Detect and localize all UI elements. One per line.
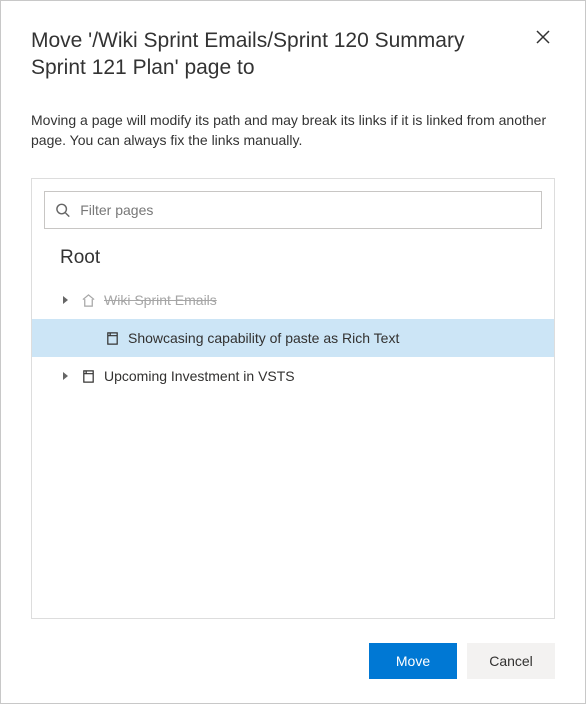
page-icon bbox=[80, 368, 96, 384]
cancel-button[interactable]: Cancel bbox=[467, 643, 555, 679]
chevron-right-icon bbox=[60, 295, 72, 305]
dialog-title: Move '/Wiki Sprint Emails/Sprint 120 Sum… bbox=[31, 27, 519, 82]
page-tree-panel: Root Wiki Sprint Emails Showcasing capabi… bbox=[31, 178, 555, 619]
tree-row-label: Wiki Sprint Emails bbox=[104, 292, 217, 308]
tree-row-label: Upcoming Investment in VSTS bbox=[104, 368, 295, 384]
filter-input-box[interactable] bbox=[44, 191, 542, 229]
search-icon bbox=[55, 202, 70, 218]
close-icon bbox=[536, 30, 550, 44]
filter-wrap bbox=[44, 191, 542, 229]
dialog-description: Moving a page will modify its path and m… bbox=[31, 110, 555, 151]
page-tree-list: Wiki Sprint Emails Showcasing capability … bbox=[32, 281, 554, 395]
dialog-footer: Move Cancel bbox=[31, 643, 555, 679]
page-icon bbox=[104, 330, 120, 346]
filter-pages-input[interactable] bbox=[78, 201, 531, 219]
move-button[interactable]: Move bbox=[369, 643, 457, 679]
tree-root-label: Root bbox=[32, 229, 554, 281]
chevron-right-icon[interactable] bbox=[60, 371, 72, 381]
tree-row[interactable]: Showcasing capability of paste as Rich T… bbox=[32, 319, 554, 357]
tree-row: Wiki Sprint Emails bbox=[32, 281, 554, 319]
dialog-header: Move '/Wiki Sprint Emails/Sprint 120 Sum… bbox=[31, 27, 555, 82]
close-button[interactable] bbox=[531, 25, 555, 49]
home-icon bbox=[80, 292, 96, 308]
move-page-dialog: Move '/Wiki Sprint Emails/Sprint 120 Sum… bbox=[0, 0, 586, 704]
tree-row[interactable]: Upcoming Investment in VSTS bbox=[32, 357, 554, 395]
tree-row-label: Showcasing capability of paste as Rich T… bbox=[128, 330, 399, 346]
